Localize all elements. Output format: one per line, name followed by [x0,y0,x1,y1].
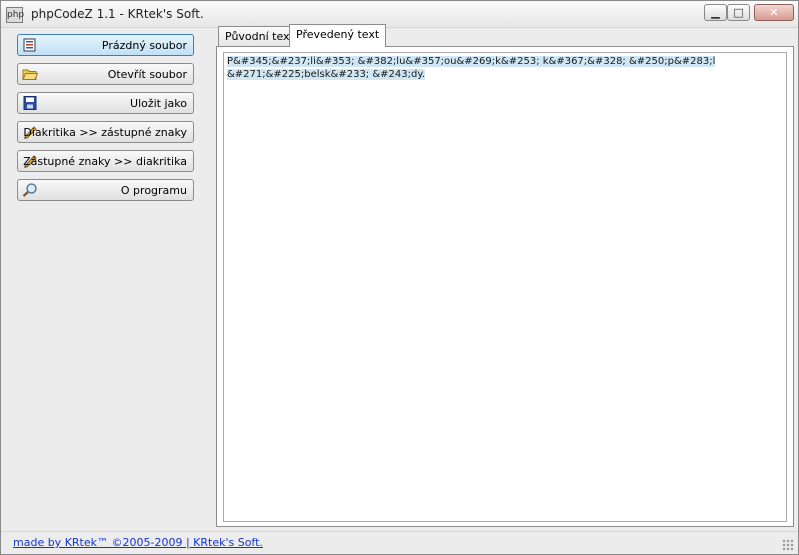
open-file-label: Otevřít soubor [107,68,187,81]
app-window: php phpCodeZ 1.1 - KRtek's Soft. ▁ □ ✕ P… [0,0,799,555]
close-icon: ✕ [769,6,779,19]
text-line: P&#345;&#237;li&#353; &#382;lu&#357;ou&#… [227,56,716,67]
diacritics-to-entities-button[interactable]: Diakritika >> zástupné znaky [17,121,194,143]
magnifier-icon [22,183,37,197]
save-as-label: Uložit jako [130,97,187,110]
status-bar: made by KRtek™ ©2005-2009 | KRtek's Soft… [1,531,798,554]
save-as-button[interactable]: Uložit jako [17,92,194,114]
close-button[interactable]: ✕ [754,4,794,21]
window-title: phpCodeZ 1.1 - KRtek's Soft. [31,7,204,21]
text-line: &#271;&#225;belsk&#233; &#243;dy. [227,69,426,80]
entities-to-diacritics-button[interactable]: Zástupné znaky >> diakritika [17,150,194,172]
minimize-icon: ▁ [711,6,720,19]
tab-panel: P&#345;&#237;li&#353; &#382;lu&#357;ou&#… [216,46,794,527]
title-bar[interactable]: php phpCodeZ 1.1 - KRtek's Soft. ▁ □ ✕ [1,1,798,28]
about-label: O programu [120,184,187,197]
open-file-button[interactable]: Otevřít soubor [17,63,194,85]
tab-original-text-label: Původní text [225,30,294,43]
php-app-icon: php [6,7,24,23]
maximize-icon: □ [733,6,744,19]
tab-converted-text[interactable]: Převedený text [289,24,387,47]
maximize-button[interactable]: □ [727,4,750,21]
new-file-button[interactable]: Prázdný soubor [17,34,194,56]
resize-grip-icon[interactable] [782,539,794,551]
new-file-label: Prázdný soubor [101,39,187,52]
minimize-button[interactable]: ▁ [704,4,727,21]
about-button[interactable]: O programu [17,179,194,201]
diacritics-to-entities-label: Diakritika >> zástupné znaky [23,126,187,139]
author-link[interactable]: made by KRtek™ ©2005-2009 | KRtek's Soft… [13,536,263,549]
new-file-icon [23,38,36,52]
save-disk-icon [23,96,37,110]
tab-converted-text-label: Převedený text [296,28,380,41]
converted-text-area[interactable]: P&#345;&#237;li&#353; &#382;lu&#357;ou&#… [223,52,787,522]
entities-to-diacritics-label: Zástupné znaky >> diakritika [23,155,187,168]
open-folder-icon [22,69,38,80]
